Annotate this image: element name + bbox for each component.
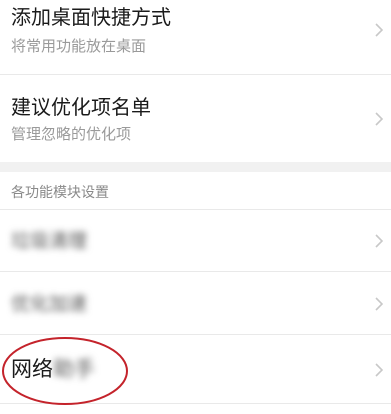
chevron-right-icon bbox=[375, 234, 384, 248]
module-item-label: 垃圾清理 bbox=[11, 230, 88, 252]
chevron-right-icon bbox=[375, 23, 384, 37]
suggested-optimization-list-row[interactable]: 建议优化项名单 管理忽略的优化项 bbox=[0, 75, 391, 162]
chevron-right-icon bbox=[375, 112, 384, 126]
module-item-junk-clean[interactable]: 垃圾清理 bbox=[0, 210, 391, 272]
module-item-label-visible: 网络 bbox=[11, 357, 53, 381]
module-item-optimize-speed[interactable]: 优化加速 bbox=[0, 272, 391, 335]
module-settings-section-header: 各功能模块设置 bbox=[0, 172, 391, 210]
suggested-optimization-list-title: 建议优化项名单 bbox=[11, 95, 151, 119]
module-item-label-blurred: 助手 bbox=[53, 357, 95, 381]
chevron-right-icon bbox=[375, 297, 384, 311]
add-desktop-shortcut-row[interactable]: 添加桌面快捷方式 将常用功能放在桌面 bbox=[0, 0, 391, 75]
section-separator bbox=[0, 162, 391, 172]
chevron-right-icon bbox=[375, 363, 384, 377]
add-desktop-shortcut-subtitle: 将常用功能放在桌面 bbox=[11, 37, 147, 55]
module-item-network-assistant[interactable]: 网络助手 bbox=[0, 335, 391, 404]
suggested-optimization-list-subtitle: 管理忽略的优化项 bbox=[11, 125, 132, 143]
module-settings-section-label: 各功能模块设置 bbox=[11, 185, 109, 201]
module-item-label: 网络助手 bbox=[11, 357, 95, 381]
module-item-label: 优化加速 bbox=[11, 293, 88, 315]
add-desktop-shortcut-title: 添加桌面快捷方式 bbox=[11, 5, 171, 29]
